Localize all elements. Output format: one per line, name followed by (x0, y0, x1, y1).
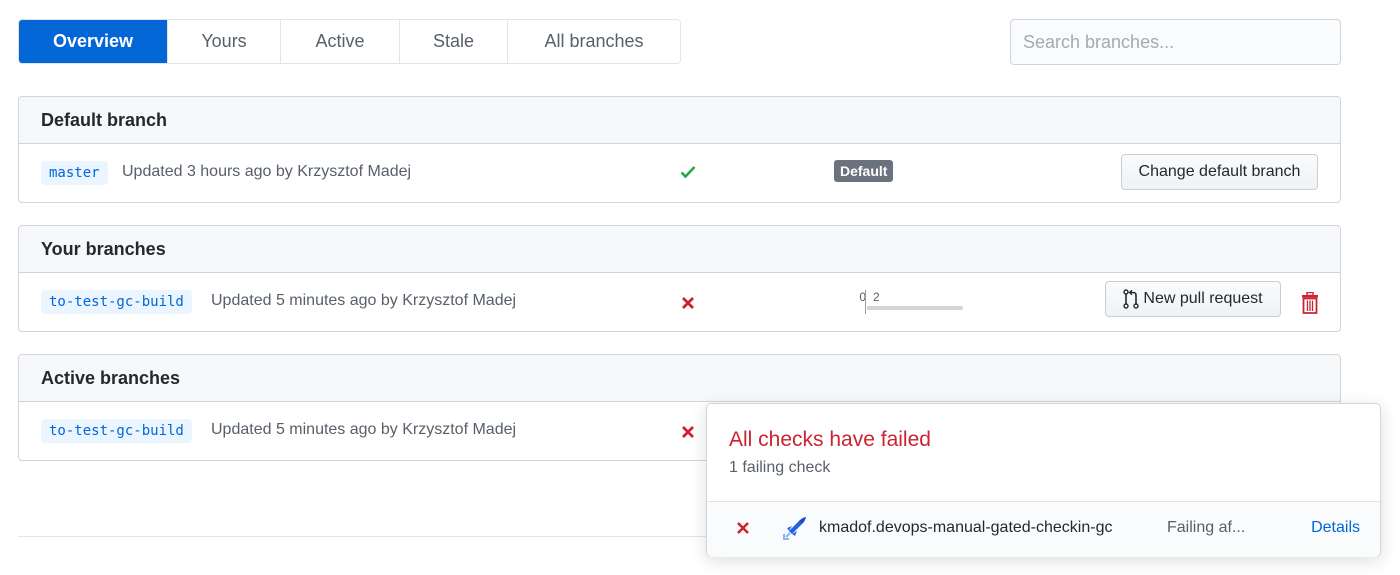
branch-name-link[interactable]: master (41, 161, 108, 185)
tab-active[interactable]: Active (281, 20, 400, 63)
tab-yours[interactable]: Yours (168, 20, 281, 63)
default-badge: Default (834, 160, 894, 182)
commits-ahead-count: 2 (873, 290, 880, 304)
branch-row: master Updated 3 hours ago by Krzysztof … (19, 144, 1340, 202)
checks-summary-title: All checks have failed (729, 428, 931, 451)
new-pull-request-button[interactable]: New pull request (1105, 281, 1281, 317)
check-details-link[interactable]: Details (1311, 519, 1360, 537)
check-run-name: kmadof.devops-manual-gated-checkin-gc (819, 519, 1113, 536)
branch-filter-tabs: Overview Yours Active Stale All branches (18, 19, 681, 64)
check-run-description: Failing af... (1167, 519, 1246, 536)
tab-overview[interactable]: Overview (19, 20, 168, 63)
tab-stale[interactable]: Stale (400, 20, 508, 63)
check-failure-icon (735, 520, 753, 538)
change-default-branch-button[interactable]: Change default branch (1121, 154, 1318, 190)
azure-pipelines-logo-icon (781, 516, 807, 542)
your-branches-section: Your branches to-test-gc-build Updated 5… (18, 225, 1341, 332)
checks-summary-subtitle: 1 failing check (729, 459, 831, 476)
ahead-behind-indicator: 0 2 (849, 290, 969, 316)
section-title: Your branches (19, 226, 1340, 273)
branch-name-link[interactable]: to-test-gc-build (41, 419, 192, 443)
pagination-divider (18, 536, 718, 537)
check-run-row: kmadof.devops-manual-gated-checkin-gc Fa… (707, 501, 1380, 557)
search-branches-input[interactable] (1010, 19, 1341, 65)
section-title: Active branches (19, 355, 1340, 402)
delete-branch-trash-icon[interactable] (1301, 291, 1321, 314)
branch-updated-text: Updated 5 minutes ago by Krzysztof Madej (211, 292, 517, 309)
branch-row: to-test-gc-build Updated 5 minutes ago b… (19, 273, 1340, 331)
checks-status-popover: All checks have failed 1 failing check k… (706, 403, 1381, 557)
new-pull-request-label: New pull request (1143, 290, 1263, 307)
branch-name-link[interactable]: to-test-gc-build (41, 290, 192, 314)
default-branch-section: Default branch master Updated 3 hours ag… (18, 96, 1341, 203)
check-failure-icon[interactable] (678, 293, 698, 313)
check-success-icon[interactable] (678, 162, 698, 182)
branch-updated-text: Updated 3 hours ago by Krzysztof Madej (122, 163, 412, 180)
tab-all-branches[interactable]: All branches (508, 20, 680, 63)
commits-ahead-bar (867, 306, 963, 310)
section-title: Default branch (19, 97, 1340, 144)
check-failure-icon[interactable] (678, 422, 698, 442)
ahead-behind-divider (865, 290, 866, 314)
branch-updated-text: Updated 5 minutes ago by Krzysztof Madej (211, 421, 517, 438)
git-pull-request-icon (1123, 289, 1140, 309)
